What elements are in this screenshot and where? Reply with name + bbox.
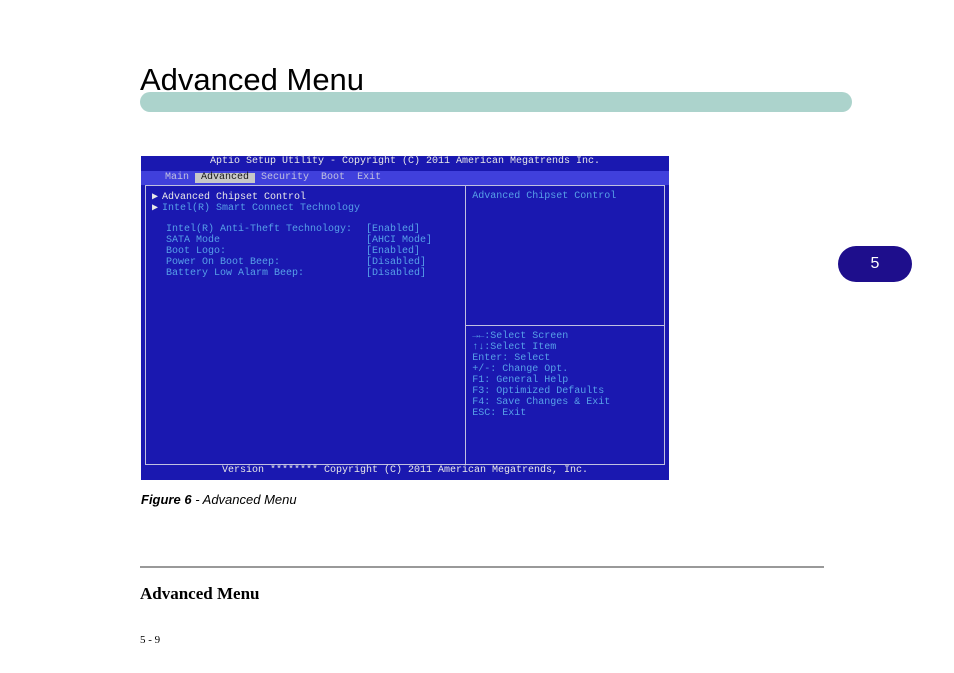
figure-text: - Advanced Menu [192, 492, 297, 507]
bios-left-pane: ▶ Advanced Chipset Control ▶ Intel(R) Sm… [146, 186, 466, 464]
tab-advanced[interactable]: Advanced [195, 173, 255, 183]
submenu-advanced-chipset[interactable]: ▶ Advanced Chipset Control [152, 192, 461, 203]
bios-screenshot: Aptio Setup Utility - Copyright (C) 2011… [141, 156, 669, 478]
submenu-smart-connect[interactable]: ▶ Intel(R) Smart Connect Technology [152, 203, 461, 214]
tab-exit[interactable]: Exit [351, 173, 387, 183]
bios-right-pane: Advanced Chipset Control →←:Select Scree… [466, 186, 664, 464]
help-line: ESC: Exit [472, 409, 658, 420]
setting-key: Battery Low Alarm Beep: [152, 269, 366, 280]
figure-caption: Figure 6 - Advanced Menu [141, 492, 297, 507]
bios-help-description: Advanced Chipset Control [466, 186, 664, 326]
footer-section: Advanced Menu [140, 584, 259, 604]
bios-header: Aptio Setup Utility - Copyright (C) 2011… [141, 156, 669, 171]
submenu-label: Intel(R) Smart Connect Technology [162, 204, 360, 214]
bios-footer: Version ******** Copyright (C) 2011 Amer… [141, 465, 669, 480]
tab-boot[interactable]: Boot [315, 173, 351, 183]
help-line: Enter: Select [472, 354, 658, 365]
submenu-label: Advanced Chipset Control [162, 193, 306, 203]
tab-main[interactable]: Main [159, 173, 195, 183]
help-line: +/-: Change Opt. [472, 365, 658, 376]
pointer-icon: ▶ [152, 204, 162, 214]
setting-row[interactable]: Battery Low Alarm Beep: [Disabled] [152, 269, 461, 280]
setting-value: [Disabled] [366, 269, 426, 280]
tab-security[interactable]: Security [255, 173, 315, 183]
help-line: F3: Optimized Defaults [472, 387, 658, 398]
banner-bar [140, 92, 852, 112]
pointer-icon: ▶ [152, 193, 162, 203]
help-line: F1: General Help [472, 376, 658, 387]
bios-body: ▶ Advanced Chipset Control ▶ Intel(R) Sm… [145, 185, 665, 465]
divider-line [140, 566, 824, 568]
help-line: →←:Select Screen [472, 332, 658, 343]
bios-tab-row: Main Advanced Security Boot Exit [141, 171, 669, 185]
document-page: Advanced Menu 5 Aptio Setup Utility - Co… [0, 0, 954, 673]
help-line: F4: Save Changes & Exit [472, 398, 658, 409]
help-line: ↑↓:Select Item [472, 343, 658, 354]
bios-help-keys: →←:Select Screen ↑↓:Select Item Enter: S… [466, 326, 664, 465]
figure-label: Figure 6 [141, 492, 192, 507]
chapter-badge: 5 [838, 246, 912, 282]
footer-page-number: 5 - 9 [140, 634, 160, 646]
